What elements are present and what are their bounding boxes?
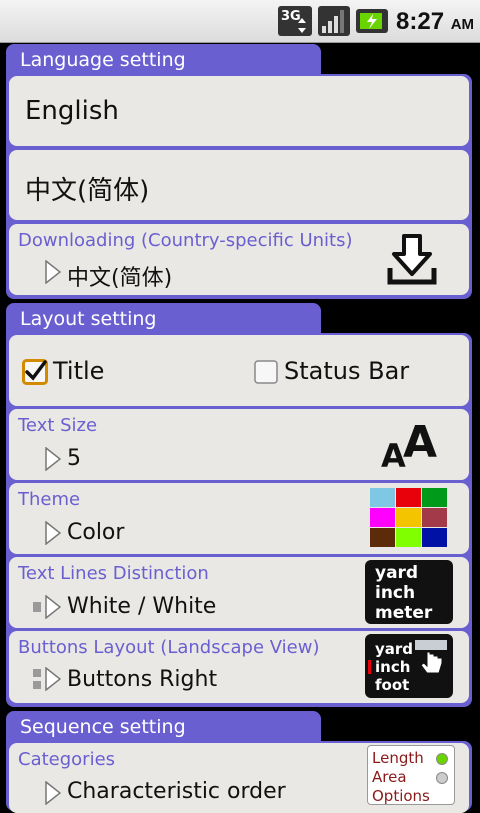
text-lines-value: White / White: [67, 594, 217, 619]
language-option-english[interactable]: English: [9, 76, 469, 146]
radio-off-icon: [436, 772, 448, 784]
text-size-title: Text Size: [18, 415, 98, 436]
layout-setting-group: Title Status Bar Text Size 5 A A Theme C…: [6, 333, 472, 707]
signal-strength-icon: [318, 6, 350, 36]
categories-preview-icon: Length Area Options: [367, 745, 455, 805]
status-bar-checkbox[interactable]: [254, 360, 278, 384]
expand-arrow-icon: [45, 260, 61, 284]
sequence-setting-header: Sequence setting: [6, 711, 321, 743]
radio-on-icon: [436, 753, 448, 765]
clock: 8:27 AM: [396, 8, 474, 36]
indent-marker-icon: [33, 669, 41, 677]
theme-title: Theme: [18, 489, 81, 510]
buttons-preview-line: foot: [375, 676, 410, 694]
units-preview-icon: yard inch meter: [365, 560, 453, 624]
title-checkbox[interactable]: [22, 359, 48, 385]
theme-item[interactable]: Theme Color: [9, 483, 469, 554]
indent-marker-icon: [33, 681, 41, 689]
buttons-layout-value: Buttons Right: [67, 667, 218, 692]
expand-arrow-icon: [45, 447, 61, 471]
sequence-setting-group: Categories Characteristic order Length A…: [6, 741, 472, 813]
clock-ampm: AM: [450, 16, 475, 33]
buttons-layout-item[interactable]: Buttons Layout (Landscape View) Buttons …: [9, 631, 469, 703]
language-option-chinese[interactable]: 中文(简体): [9, 150, 469, 220]
units-preview-line: yard: [375, 563, 419, 583]
category-preview-label: Area: [372, 768, 407, 786]
theme-swatch: [370, 508, 395, 527]
categories-value: Characteristic order: [67, 779, 286, 804]
layout-setting-header: Layout setting: [6, 303, 321, 335]
status-bar-checkbox-label: Status Bar: [284, 357, 410, 385]
download-units-value: 中文(简体): [67, 266, 173, 291]
language-setting-group: English 中文(简体) Downloading (Country-spec…: [6, 74, 472, 299]
categories-item[interactable]: Categories Characteristic order Length A…: [9, 743, 469, 813]
category-preview-label: Length: [372, 749, 424, 767]
battery-charging-icon: [356, 9, 388, 33]
theme-color-palette-icon: [370, 488, 447, 547]
theme-swatch: [370, 528, 395, 547]
download-units-title: Downloading (Country-specific Units): [18, 230, 353, 251]
display-options-item: Title Status Bar: [9, 335, 469, 406]
theme-swatch: [396, 528, 421, 547]
network-3g-icon: 3G: [278, 6, 312, 36]
indent-marker-icon: [33, 602, 41, 612]
theme-swatch: [422, 508, 447, 527]
title-checkbox-label: Title: [53, 357, 105, 385]
language-setting-header: Language setting: [6, 44, 321, 76]
theme-value: Color: [67, 520, 125, 545]
text-size-icon: A A: [381, 419, 437, 471]
categories-title: Categories: [18, 749, 116, 770]
download-units-item[interactable]: Downloading (Country-specific Units) 中文(…: [9, 224, 469, 295]
units-preview-line: inch: [375, 583, 416, 603]
units-preview-line: meter: [375, 603, 433, 623]
buttons-layout-preview-icon: yard inch foot: [365, 634, 453, 698]
text-lines-title: Text Lines Distinction: [18, 563, 209, 584]
svg-text:A: A: [403, 419, 437, 468]
category-preview-line: Length: [372, 749, 454, 768]
text-size-value: 5: [67, 446, 81, 471]
theme-swatch: [422, 528, 447, 547]
text-size-item[interactable]: Text Size 5 A A: [9, 409, 469, 480]
text-lines-distinction-item[interactable]: Text Lines Distinction White / White yar…: [9, 557, 469, 628]
theme-swatch: [422, 488, 447, 507]
clock-time: 8:27: [396, 8, 445, 35]
expand-arrow-icon: [45, 595, 61, 619]
network-label: 3G: [281, 9, 301, 24]
expand-arrow-icon: [45, 667, 61, 691]
pointer-hand-icon: [415, 640, 447, 674]
category-preview-line: Options: [372, 787, 454, 806]
buttons-preview-line: inch: [375, 658, 411, 676]
language-option-label: 中文(简体): [25, 176, 150, 206]
category-preview-line: Area: [372, 768, 454, 787]
theme-swatch: [396, 488, 421, 507]
theme-swatch: [370, 488, 395, 507]
status-bar: 3G 8:27 AM: [0, 0, 480, 43]
category-preview-label: Options: [372, 787, 430, 805]
download-icon[interactable]: [387, 234, 437, 286]
buttons-layout-title: Buttons Layout (Landscape View): [18, 637, 320, 658]
theme-swatch: [396, 508, 421, 527]
language-option-label: English: [25, 96, 119, 126]
expand-arrow-icon: [45, 521, 61, 545]
selection-marker: [368, 660, 371, 674]
expand-arrow-icon: [45, 781, 61, 805]
